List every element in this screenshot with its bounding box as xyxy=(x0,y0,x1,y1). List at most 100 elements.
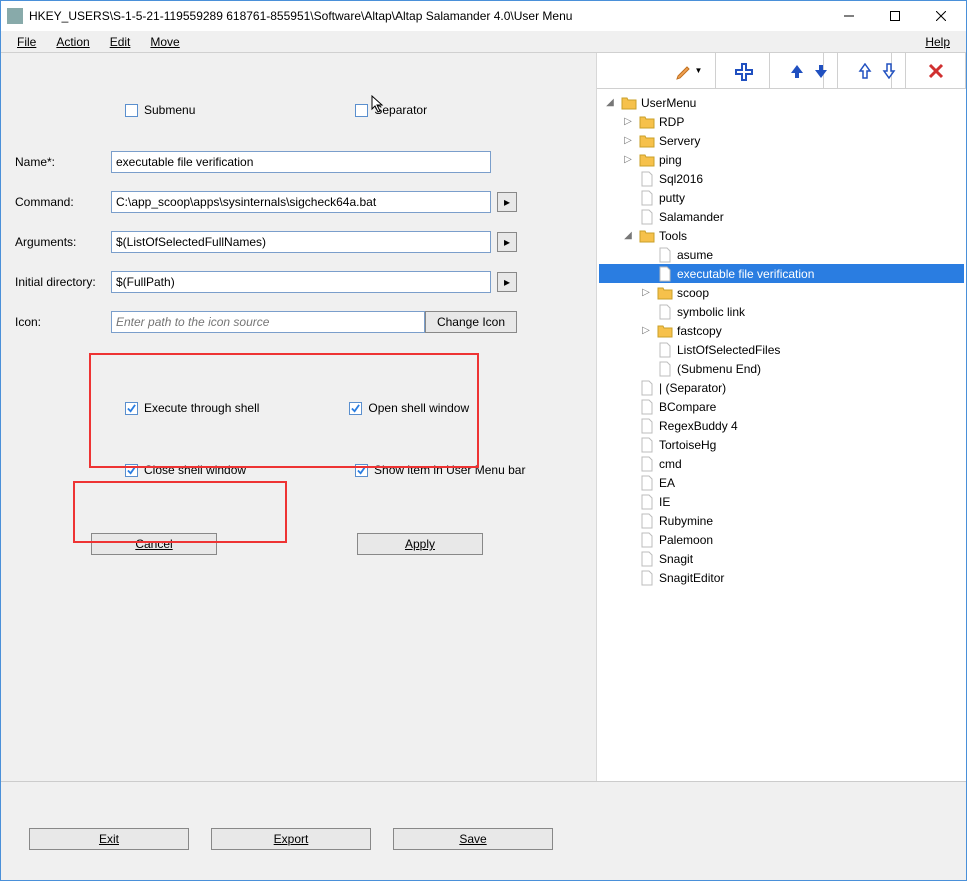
tree-item-label: ListOfSelectedFiles xyxy=(677,343,780,357)
arguments-label: Arguments: xyxy=(15,235,111,249)
tree-item[interactable]: | (Separator) xyxy=(599,378,964,397)
tree-item[interactable]: ▷ Servery xyxy=(599,131,964,150)
tree-item[interactable]: TortoiseHg xyxy=(599,435,964,454)
close-shell-label: Close shell window xyxy=(144,463,246,477)
menu-move[interactable]: Move xyxy=(140,33,189,51)
tree-item[interactable]: symbolic link xyxy=(599,302,964,321)
tree-item-label: TortoiseHg xyxy=(659,438,716,452)
add-button[interactable] xyxy=(716,53,770,88)
tree-item[interactable]: (Submenu End) xyxy=(599,359,964,378)
tree-item-label: UserMenu xyxy=(641,96,696,110)
tree-item-label: asume xyxy=(677,248,713,262)
export-button[interactable]: Export xyxy=(211,828,371,850)
bottom-bar: Exit Export Save xyxy=(1,782,597,880)
move-down-button[interactable] xyxy=(804,53,838,88)
tree-item-label: Salamander xyxy=(659,210,724,224)
tree-item-label: SnagitEditor xyxy=(659,571,724,585)
tree-item[interactable]: ◢ UserMenu xyxy=(599,93,964,112)
tree-item[interactable]: cmd xyxy=(599,454,964,473)
sort-desc-button[interactable] xyxy=(872,53,906,88)
expand-icon[interactable]: ▷ xyxy=(639,325,653,336)
tree-view[interactable]: ◢UserMenu▷RDP▷Servery▷pingSql2016puttySa… xyxy=(597,89,966,781)
app-icon xyxy=(7,8,23,24)
expand-icon[interactable]: ▷ xyxy=(621,116,635,127)
window-title: HKEY_USERS\S-1-5-21-119559289 618761-855… xyxy=(29,9,826,23)
menu-file[interactable]: File xyxy=(7,33,46,51)
tree-item[interactable]: IE xyxy=(599,492,964,511)
show-menubar-label: Show item in User Menu bar xyxy=(374,463,525,477)
tree-item-label: Sql2016 xyxy=(659,172,703,186)
tree-item[interactable]: ListOfSelectedFiles xyxy=(599,340,964,359)
open-shell-label: Open shell window xyxy=(368,401,469,415)
apply-button[interactable]: Apply xyxy=(357,533,483,555)
tree-item[interactable]: ▷scoop xyxy=(599,283,964,302)
arguments-input[interactable] xyxy=(111,231,491,253)
menu-edit[interactable]: Edit xyxy=(100,33,141,51)
tree-item-label: Rubymine xyxy=(659,514,713,528)
tree-item[interactable]: ◢ Tools xyxy=(599,226,964,245)
tree-item[interactable]: Rubymine xyxy=(599,511,964,530)
tree-item[interactable]: asume xyxy=(599,245,964,264)
tree-item[interactable]: Salamander xyxy=(599,207,964,226)
tree-item-label: Palemoon xyxy=(659,533,713,547)
titlebar: HKEY_USERS\S-1-5-21-119559289 618761-855… xyxy=(1,1,966,31)
command-browse-button[interactable]: ▸ xyxy=(497,192,517,212)
change-icon-button[interactable]: Change Icon xyxy=(425,311,517,333)
name-input[interactable] xyxy=(111,151,491,173)
expand-icon[interactable]: ◢ xyxy=(621,230,635,241)
tree-item[interactable]: ▷RDP xyxy=(599,112,964,131)
submenu-checkbox[interactable]: Submenu xyxy=(125,103,195,117)
tree-item[interactable]: RegexBuddy 4 xyxy=(599,416,964,435)
tree-item[interactable]: putty xyxy=(599,188,964,207)
tree-item[interactable]: Palemoon xyxy=(599,530,964,549)
maximize-button[interactable] xyxy=(872,1,918,31)
close-button[interactable] xyxy=(918,1,964,31)
expand-icon[interactable]: ▷ xyxy=(621,154,635,165)
save-button[interactable]: Save xyxy=(393,828,553,850)
menu-help[interactable]: Help xyxy=(915,33,960,51)
icon-input[interactable] xyxy=(111,311,425,333)
tree-item-label: (Submenu End) xyxy=(677,362,761,376)
toolbar: ▼ xyxy=(597,53,966,89)
tree-item[interactable]: Snagit xyxy=(599,549,964,568)
tree-item[interactable]: EA xyxy=(599,473,964,492)
cancel-button[interactable]: Cancel xyxy=(91,533,217,555)
show-menubar-checkbox[interactable]: Show item in User Menu bar xyxy=(355,463,525,477)
exit-button[interactable]: Exit xyxy=(29,828,189,850)
tree-item-label: Tools xyxy=(659,229,687,243)
separator-label: Separator xyxy=(374,103,427,117)
tree-item-label: executable file verification xyxy=(677,267,814,281)
initdir-browse-button[interactable]: ▸ xyxy=(497,272,517,292)
expand-icon[interactable]: ▷ xyxy=(639,287,653,298)
expand-icon[interactable]: ▷ xyxy=(621,135,635,146)
initdir-input[interactable] xyxy=(111,271,491,293)
tree-item-label: symbolic link xyxy=(677,305,745,319)
tree-item-label: Snagit xyxy=(659,552,693,566)
tree-item[interactable]: ▷fastcopy xyxy=(599,321,964,340)
menu-action[interactable]: Action xyxy=(46,33,99,51)
close-shell-checkbox[interactable]: Close shell window xyxy=(125,463,246,477)
icon-label: Icon: xyxy=(15,315,111,329)
tree-item[interactable]: ▷ ping xyxy=(599,150,964,169)
arguments-browse-button[interactable]: ▸ xyxy=(497,232,517,252)
tree-item-label: Servery xyxy=(659,134,700,148)
edit-button[interactable]: ▼ xyxy=(662,53,716,88)
tree-item-label: ping xyxy=(659,153,682,167)
exec-shell-label: Execute through shell xyxy=(144,401,259,415)
tree-item-label: putty xyxy=(659,191,685,205)
tree-item[interactable]: SnagitEditor xyxy=(599,568,964,587)
tree-item-label: | (Separator) xyxy=(659,381,726,395)
tree-item[interactable]: executable file verification xyxy=(599,264,964,283)
minimize-button[interactable] xyxy=(826,1,872,31)
tree-item-label: cmd xyxy=(659,457,682,471)
expand-icon[interactable]: ◢ xyxy=(603,97,617,108)
tree-item[interactable]: Sql2016 xyxy=(599,169,964,188)
separator-checkbox[interactable]: Separator xyxy=(355,103,427,117)
open-shell-checkbox[interactable]: Open shell window xyxy=(349,401,469,415)
command-input[interactable] xyxy=(111,191,491,213)
exec-shell-checkbox[interactable]: Execute through shell xyxy=(125,401,259,415)
delete-button[interactable] xyxy=(906,53,966,88)
menubar: File Action Edit Move Help xyxy=(1,31,966,53)
tree-item[interactable]: BCompare xyxy=(599,397,964,416)
name-label: Name*: xyxy=(15,155,111,169)
